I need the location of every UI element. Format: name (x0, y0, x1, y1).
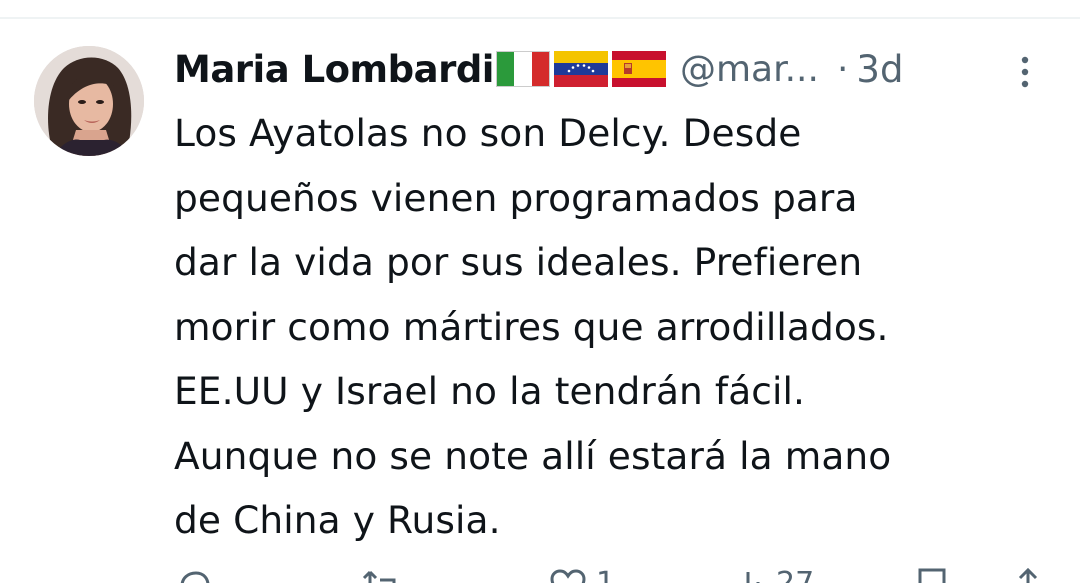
repost-icon (362, 570, 396, 583)
italy-flag-icon (495, 51, 550, 87)
user-handle[interactable]: @mar... (680, 49, 819, 90)
repost-button[interactable] (360, 566, 404, 583)
spain-flag-icon (611, 51, 666, 87)
bookmark-icon (918, 568, 946, 583)
timestamp[interactable]: 3d (856, 48, 903, 91)
flag-emojis (495, 51, 666, 87)
top-divider (0, 17, 1080, 19)
bookmark-button[interactable] (914, 566, 950, 583)
like-count: 1 (596, 566, 615, 583)
avatar[interactable] (34, 46, 144, 156)
reply-button[interactable] (174, 566, 214, 583)
venezuela-flag-icon (553, 51, 608, 87)
views-count: 27 (776, 566, 814, 583)
tweet-card: Maria Lombardi @mar... · 3d Los Ayatolas… (0, 0, 1080, 583)
views-button[interactable]: 27 (732, 566, 814, 583)
reply-icon (180, 571, 210, 583)
like-button[interactable]: 1 (548, 566, 615, 583)
more-vertical-icon[interactable] (1013, 52, 1037, 92)
action-bar: 1 27 (174, 566, 1054, 583)
tweet-header: Maria Lombardi @mar... · 3d (174, 40, 903, 98)
heart-icon (550, 569, 586, 583)
avatar-image (34, 46, 144, 156)
display-name[interactable]: Maria Lombardi (174, 48, 494, 91)
separator-dot: · (836, 48, 849, 90)
share-icon (1018, 567, 1038, 583)
share-button[interactable] (1008, 566, 1048, 583)
tweet-text: Los Ayatolas no son Delcy. Desde pequeño… (174, 111, 892, 542)
views-icon (746, 572, 760, 583)
